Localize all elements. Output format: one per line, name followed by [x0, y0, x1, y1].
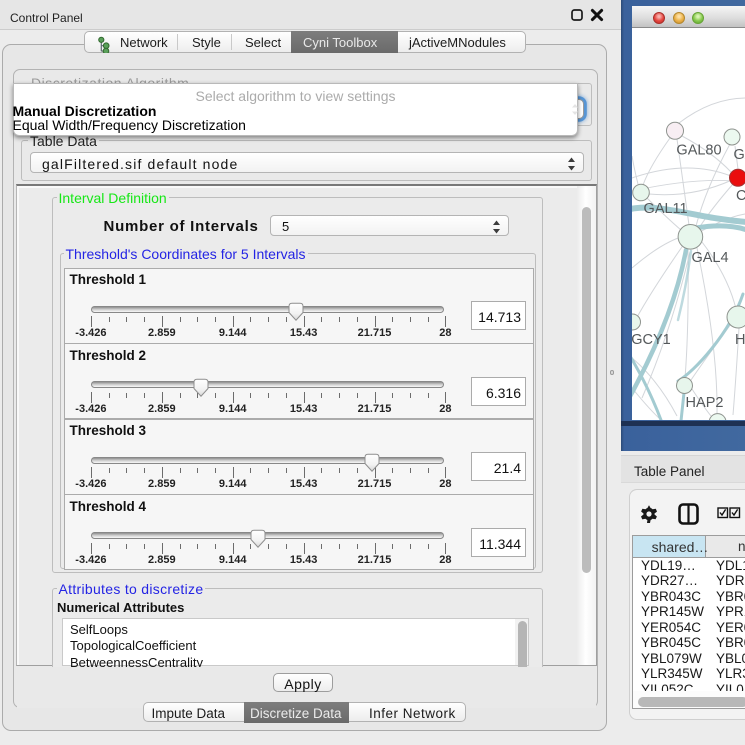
svg-text:C: C — [736, 188, 745, 204]
svg-text:HAP2: HAP2 — [686, 395, 724, 411]
svg-text:H: H — [735, 332, 745, 348]
svg-text:GAL4: GAL4 — [691, 250, 728, 266]
svg-text:GA: GA — [734, 147, 745, 163]
svg-text:GAL80: GAL80 — [676, 143, 721, 159]
svg-text:GAL11: GAL11 — [644, 201, 688, 217]
svg-text:GCY1: GCY1 — [632, 332, 671, 348]
